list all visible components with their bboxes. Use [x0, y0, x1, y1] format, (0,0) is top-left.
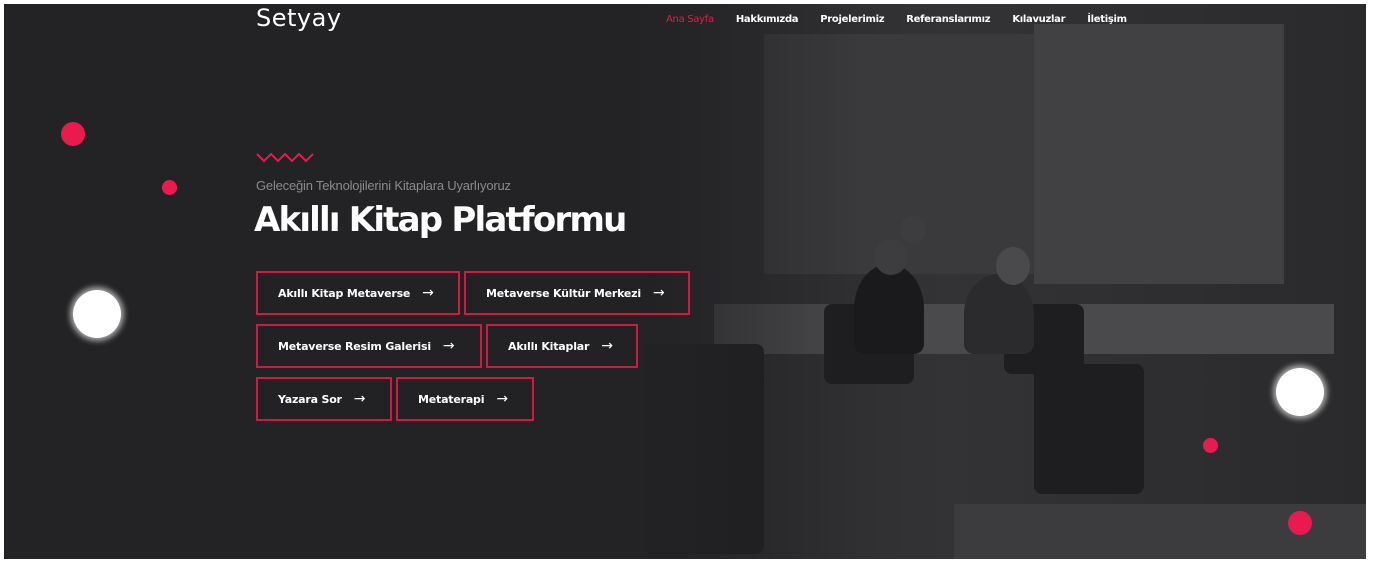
arrow-right-icon: →: [353, 391, 366, 407]
main-nav: Ana Sayfa Hakkımızda Projelerimiz Refera…: [666, 14, 1149, 25]
nav-item-iletisim[interactable]: İletişim: [1087, 14, 1127, 25]
hero-title: Akıllı Kitap Platformu: [254, 200, 627, 240]
arrow-right-icon: →: [496, 391, 508, 407]
button-label: Akıllı Kitaplar: [508, 339, 590, 353]
nav-item-projelerimiz[interactable]: Projelerimiz: [820, 14, 884, 25]
decor-dot-white: [1276, 368, 1324, 416]
akilli-kitaplar-button[interactable]: Akıllı Kitaplar →: [486, 324, 638, 368]
decor-dot-red: [1288, 511, 1312, 535]
button-label: Yazara Sor: [278, 392, 342, 406]
metaterapi-button[interactable]: Metaterapi →: [396, 377, 534, 421]
button-label: Metaverse Resim Galerisi: [278, 339, 431, 353]
hero-subtitle: Geleceğin Teknolojilerini Kitaplara Uyar…: [256, 178, 511, 193]
arrow-right-icon: →: [601, 338, 613, 354]
nav-item-referanslarimiz[interactable]: Referanslarımız: [906, 14, 990, 25]
arrow-right-icon: →: [652, 285, 665, 301]
decor-dot-red: [1203, 438, 1218, 453]
nav-item-ana-sayfa[interactable]: Ana Sayfa: [666, 14, 714, 25]
button-label: Metaverse Kültür Merkezi: [486, 286, 641, 300]
metaverse-kultur-merkezi-button[interactable]: Metaverse Kültür Merkezi →: [464, 271, 690, 315]
nav-item-kilavuzlar[interactable]: Kılavuzlar: [1012, 14, 1065, 25]
nav-item-hakkimizda[interactable]: Hakkımızda: [736, 14, 799, 25]
yazara-sor-button[interactable]: Yazara Sor →: [256, 377, 392, 421]
decor-dot-red: [162, 180, 177, 195]
zigzag-decoration-icon: [256, 152, 314, 163]
button-label: Metaterapi: [418, 392, 485, 406]
hero-section: Setyay Ana Sayfa Hakkımızda Projelerimiz…: [4, 4, 1366, 559]
decor-dot-red: [61, 122, 85, 146]
arrow-right-icon: →: [422, 285, 434, 301]
decor-dot-white: [73, 290, 121, 338]
arrow-right-icon: →: [442, 338, 455, 354]
button-label: Akıllı Kitap Metaverse: [278, 286, 411, 300]
metaverse-resim-galerisi-button[interactable]: Metaverse Resim Galerisi →: [256, 324, 482, 368]
akilli-kitap-metaverse-button[interactable]: Akıllı Kitap Metaverse →: [256, 271, 460, 315]
site-logo[interactable]: Setyay: [256, 4, 342, 32]
